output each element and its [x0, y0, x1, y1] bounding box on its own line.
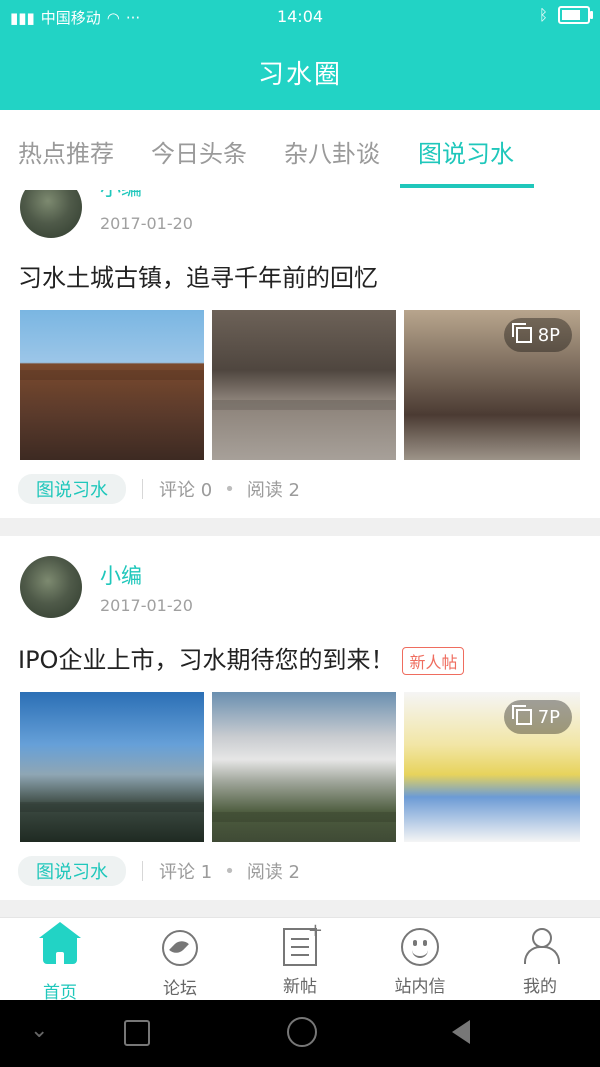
system-nav-bar: ⌄ [0, 1000, 600, 1067]
post-title-text[interactable]: IPO企业上市，习水期待您的到来！ [18, 646, 394, 674]
chevron-down-icon[interactable]: ⌄ [30, 1018, 48, 1043]
post-image[interactable]: 8P [404, 310, 580, 460]
gallery-icon [511, 323, 532, 343]
comment-count: 评论 1 [159, 862, 213, 883]
post-date: 2017-01-20 [100, 596, 193, 615]
read-count: 阅读 2 [246, 862, 300, 883]
post-author[interactable]: 小编 [100, 560, 142, 590]
avatar[interactable] [20, 556, 82, 618]
home-icon [39, 922, 81, 974]
recent-apps-button[interactable] [124, 1020, 150, 1046]
bluetooth-icon: ᛒ [538, 6, 548, 24]
photo-count-badge: 7P [503, 700, 572, 734]
post-date: 2017-01-20 [100, 214, 193, 233]
status-time: 14:04 [276, 7, 324, 26]
nav-forum[interactable]: 论坛 [120, 928, 240, 999]
bottom-nav: 首页 论坛 + 新帖 站内信 我的 [0, 917, 600, 1003]
comment-count: 评论 0 [159, 480, 213, 501]
active-tab-indicator [400, 184, 534, 188]
photo-count-badge: 8P [503, 318, 572, 352]
battery-icon [558, 6, 593, 24]
post-image[interactable] [212, 692, 396, 842]
post-meta: 图说习水 评论 1 • 阅读 2 [18, 856, 300, 886]
post-image[interactable] [212, 310, 396, 460]
home-button[interactable] [287, 1017, 317, 1047]
post-author[interactable]: 小编 [100, 190, 142, 202]
tab-picture-xishui[interactable]: 图说习水 [418, 134, 514, 169]
nav-new-post-label: 新帖 [283, 977, 317, 997]
photo-count: 7P [537, 706, 560, 728]
post-card[interactable]: 小编 2017-01-20 习水土城古镇，追寻千年前的回忆 8P 图说习水 评论… [0, 190, 600, 518]
photo-count: 8P [537, 324, 560, 346]
new-post-badge: 新人帖 [402, 647, 465, 675]
compass-icon [160, 930, 200, 970]
meta-divider [142, 861, 143, 881]
message-icon [400, 928, 440, 968]
avatar[interactable] [20, 190, 82, 238]
meta-dot: • [224, 860, 235, 882]
post-title[interactable]: IPO企业上市，习水期待您的到来！ 新人帖 [18, 640, 465, 675]
status-right: ᛒ [538, 6, 593, 24]
tab-gossip[interactable]: 杂八卦谈 [284, 134, 380, 169]
nav-profile[interactable]: 我的 [480, 928, 600, 997]
nav-profile-label: 我的 [523, 977, 557, 997]
page-title: 习水圈 [257, 60, 342, 90]
post-card[interactable]: 小编 2017-01-20 IPO企业上市，习水期待您的到来！ 新人帖 7P 图说… [0, 536, 600, 900]
new-post-icon: + [280, 920, 323, 968]
user-icon [520, 928, 560, 968]
tab-headlines[interactable]: 今日头条 [151, 134, 247, 169]
category-tabs: 热点推荐 今日头条 杂八卦谈 图说习水 [0, 110, 600, 191]
post-image[interactable] [20, 310, 204, 460]
nav-new-post[interactable]: + 新帖 [240, 920, 360, 997]
post-meta: 图说习水 评论 0 • 阅读 2 [18, 474, 300, 504]
read-count: 阅读 2 [246, 480, 300, 501]
gallery-icon [511, 705, 532, 725]
meta-divider [142, 479, 143, 499]
nav-home[interactable]: 首页 [0, 922, 120, 1003]
post-image[interactable] [20, 692, 204, 842]
back-button[interactable] [452, 1020, 470, 1044]
tab-hot[interactable]: 热点推荐 [18, 134, 114, 169]
nav-forum-label: 论坛 [163, 979, 197, 999]
status-bar: ▮▮▮ 中国移动 ◠ ··· 14:04 ᛒ [0, 0, 600, 34]
post-title[interactable]: 习水土城古镇，追寻千年前的回忆 [18, 258, 378, 293]
nav-messages-label: 站内信 [394, 977, 446, 997]
top-bar: ▮▮▮ 中国移动 ◠ ··· 14:04 ᛒ 习水圈 [0, 0, 600, 110]
meta-dot: • [224, 478, 235, 500]
category-chip[interactable]: 图说习水 [18, 856, 126, 886]
post-image[interactable]: 7P [404, 692, 580, 842]
category-chip[interactable]: 图说习水 [18, 474, 126, 504]
nav-messages[interactable]: 站内信 [360, 928, 480, 997]
feed[interactable]: 小编 2017-01-20 习水土城古镇，追寻千年前的回忆 8P 图说习水 评论… [0, 190, 600, 917]
